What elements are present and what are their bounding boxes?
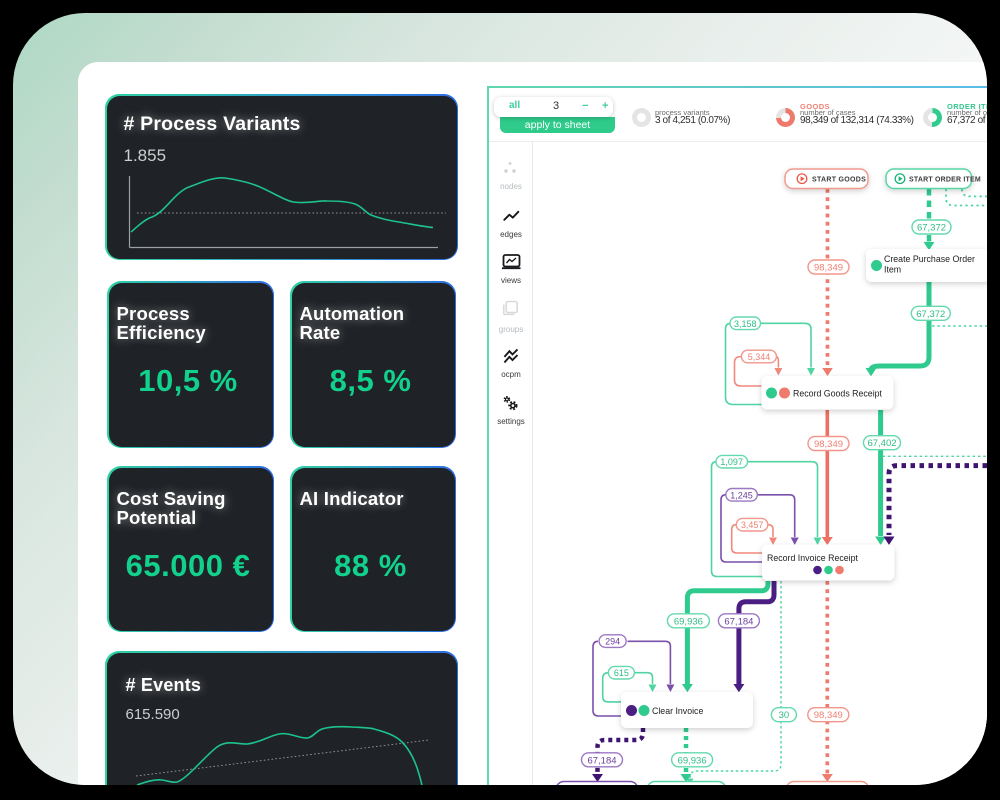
svg-text:98,349: 98,349 [814, 439, 843, 450]
svg-text:69,936: 69,936 [678, 755, 707, 766]
svg-text:3,457: 3,457 [741, 520, 764, 530]
svg-text:START GOODS: START GOODS [812, 176, 866, 183]
svg-text:615: 615 [614, 668, 629, 678]
svg-text:67,372: 67,372 [916, 309, 945, 320]
svg-text:69,936: 69,936 [674, 616, 703, 627]
svg-text:5,344: 5,344 [748, 352, 771, 362]
svg-text:Record Goods Receipt: Record Goods Receipt [793, 389, 883, 399]
svg-text:1,097: 1,097 [720, 457, 743, 467]
svg-text:98,349: 98,349 [814, 710, 843, 721]
svg-text:67,372: 67,372 [917, 223, 946, 234]
svg-text:3,158: 3,158 [734, 319, 757, 329]
svg-text:Record Invoice Receipt: Record Invoice Receipt [767, 553, 859, 563]
svg-text:Create Purchase Order: Create Purchase Order [884, 254, 975, 264]
svg-text:67,184: 67,184 [587, 755, 616, 766]
svg-text:30: 30 [779, 710, 790, 721]
svg-text:Clear Invoice: Clear Invoice [652, 706, 703, 716]
svg-text:294: 294 [605, 637, 620, 647]
svg-text:Item: Item [884, 265, 901, 275]
svg-text:1,245: 1,245 [730, 490, 753, 500]
svg-text:START ORDER ITEM: START ORDER ITEM [909, 176, 981, 183]
svg-text:98,349: 98,349 [814, 263, 843, 274]
svg-text:67,402: 67,402 [867, 438, 896, 449]
svg-text:67,184: 67,184 [724, 616, 753, 627]
